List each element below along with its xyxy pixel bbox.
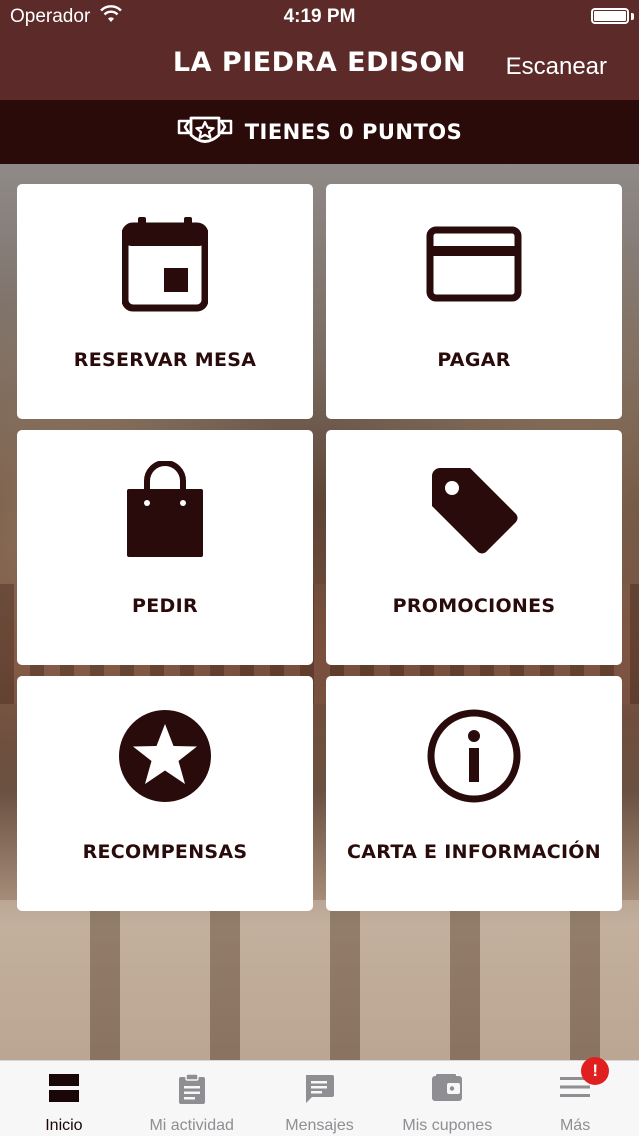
tab-label: Mensajes xyxy=(285,1117,354,1134)
scan-button[interactable]: Escanear xyxy=(506,53,607,81)
clipboard-icon xyxy=(178,1073,205,1104)
tab-label: Mis cupones xyxy=(402,1117,493,1134)
star-circle-icon xyxy=(119,710,211,802)
menu-info-button[interactable]: CARTA E INFORMACIÓN xyxy=(326,676,622,911)
tab-label: Más xyxy=(559,1117,591,1134)
tab-mas[interactable]: ! Más xyxy=(511,1057,639,1136)
battery-icon xyxy=(591,8,629,24)
notification-badge: ! xyxy=(581,1057,610,1085)
battery-tip xyxy=(631,13,634,20)
tab-mi-actividad[interactable]: Mi actividad xyxy=(128,1061,256,1136)
tab-mis-cupones[interactable]: Mis cupones xyxy=(383,1061,511,1136)
tile-label: PROMOCIONES xyxy=(392,595,556,617)
tile-label: PAGAR xyxy=(437,349,511,371)
pay-button[interactable]: PAGAR xyxy=(326,184,622,419)
tab-mensajes[interactable]: Mensajes xyxy=(256,1061,384,1136)
points-label: TIENES 0 PUNTOS xyxy=(244,120,463,144)
tile-label: CARTA E INFORMACIÓN xyxy=(347,841,601,863)
tab-label: Mi actividad xyxy=(149,1117,234,1134)
home-grid-icon xyxy=(48,1074,79,1102)
tile-label: RECOMPENSAS xyxy=(82,841,248,863)
promotions-button[interactable]: PROMOCIONES xyxy=(326,430,622,665)
message-icon xyxy=(306,1075,335,1103)
navigation-bar: Operador 4:19 PM LA PIEDRA EDISON Escane… xyxy=(0,0,639,100)
calendar-icon xyxy=(122,217,208,312)
tab-inicio[interactable]: Inicio xyxy=(0,1061,128,1136)
badge-star-icon xyxy=(177,116,232,143)
order-button[interactable]: PEDIR xyxy=(17,430,313,665)
tile-label: RESERVAR MESA xyxy=(73,349,257,371)
credit-card-icon xyxy=(426,226,522,302)
shopping-bag-icon xyxy=(127,461,203,557)
tab-bar: Inicio Mi actividad Mensajes Mis cupones… xyxy=(0,1057,639,1136)
tab-label: Inicio xyxy=(45,1117,83,1134)
wallet-icon xyxy=(432,1074,463,1101)
clock: 4:19 PM xyxy=(283,6,356,27)
tag-icon xyxy=(432,468,518,554)
tile-label: PEDIR xyxy=(132,595,198,617)
info-icon xyxy=(427,709,521,803)
points-bar[interactable]: TIENES 0 PUNTOS xyxy=(0,100,639,164)
rewards-button[interactable]: RECOMPENSAS xyxy=(17,676,313,911)
reserve-table-button[interactable]: RESERVAR MESA xyxy=(17,184,313,419)
status-bar: Operador 4:19 PM xyxy=(0,0,639,34)
